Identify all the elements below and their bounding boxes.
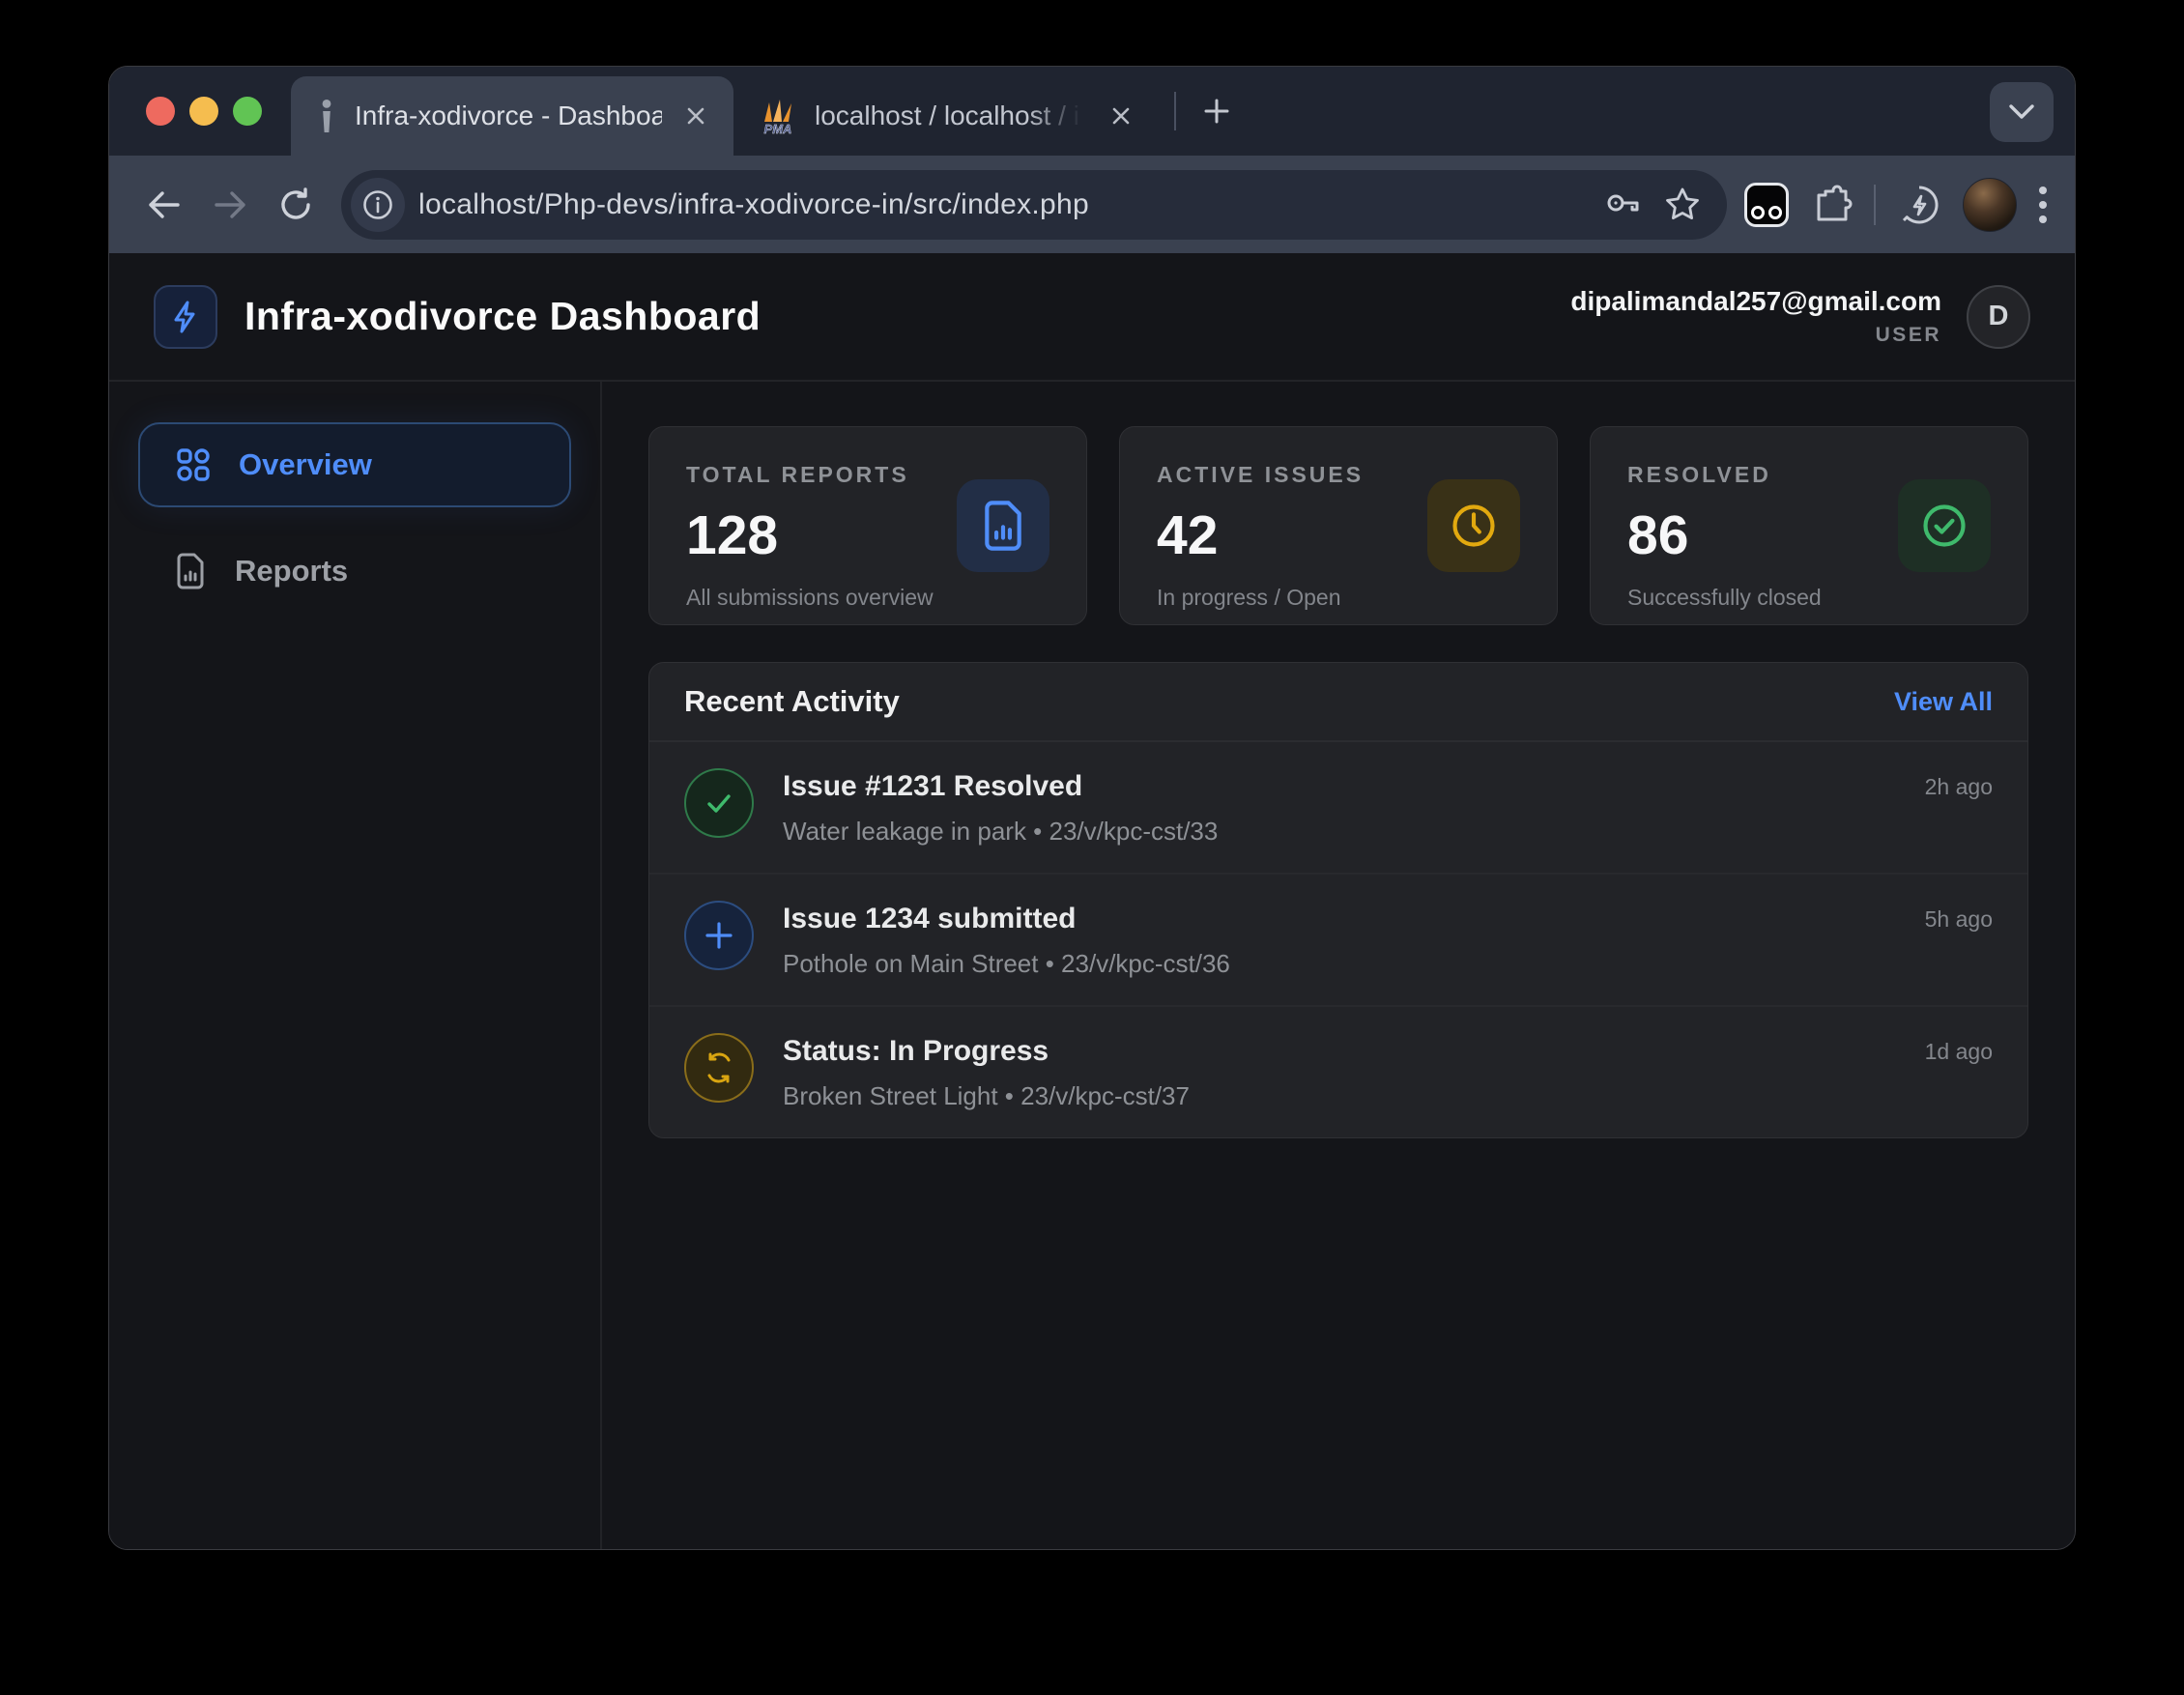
password-key-icon[interactable] (1599, 182, 1646, 228)
svg-text:PMA: PMA (764, 122, 792, 136)
activity-title: Issue #1231 Resolved (783, 770, 1218, 803)
sidebar-item-reports[interactable]: Reports (138, 529, 571, 614)
app-logo-lightning-icon (154, 285, 217, 349)
profile-avatar[interactable] (1963, 178, 2017, 232)
browser-window: Infra-xodivorce - Dashboard PMA localhos… (108, 66, 2076, 1550)
new-tab-button[interactable] (1192, 86, 1242, 136)
energy-saver-icon[interactable] (1897, 183, 1941, 227)
tab-dashboard[interactable]: Infra-xodivorce - Dashboard (291, 76, 733, 156)
bookmark-star-icon[interactable] (1659, 182, 1706, 228)
menu-kebab-icon[interactable] (2038, 185, 2048, 225)
stat-card-active-issues: ACTIVE ISSUES 42 In progress / Open (1119, 426, 1558, 625)
activity-title: Issue 1234 submitted (783, 903, 1230, 935)
plus-icon (684, 901, 754, 970)
stat-subtitle: All submissions overview (686, 585, 1049, 611)
activity-subtitle: Broken Street Light • 23/v/kpc-cst/37 (783, 1081, 1190, 1111)
sidebar: Overview Reports (109, 382, 602, 1550)
tab-strip: Infra-xodivorce - Dashboard PMA localhos… (109, 67, 2075, 156)
user-role-badge: USER (1570, 324, 1941, 347)
reload-icon[interactable] (268, 177, 324, 233)
activity-row[interactable]: Status: In Progress Broken Street Light … (649, 1007, 2027, 1137)
grid-icon (175, 446, 212, 483)
extensions-puzzle-icon[interactable] (1810, 184, 1853, 226)
main-content: TOTAL REPORTS 128 All submissions overvi… (602, 382, 2075, 1550)
user-email: dipalimandal257@gmail.com (1570, 286, 1941, 317)
check-circle-icon (1898, 479, 1991, 572)
forward-icon[interactable] (202, 177, 258, 233)
extension-goggles-icon[interactable] (1744, 183, 1789, 227)
activity-time: 1d ago (1925, 1033, 1993, 1111)
site-info-icon[interactable] (351, 178, 405, 232)
url-text[interactable]: localhost/Php-devs/infra-xodivorce-in/sr… (418, 188, 1586, 221)
sidebar-item-overview[interactable]: Overview (138, 422, 571, 507)
minimize-window-button[interactable] (189, 97, 218, 126)
zoom-window-button[interactable] (233, 97, 262, 126)
tab-separator (1174, 92, 1176, 130)
sidebar-item-label: Reports (235, 554, 348, 589)
address-bar[interactable]: localhost/Php-devs/infra-xodivorce-in/sr… (341, 170, 1727, 240)
tab-phpmyadmin[interactable]: PMA localhost / localhost / infra-xo (733, 76, 1159, 156)
webpage: Infra-xodivorce Dashboard dipalimandal25… (109, 253, 2075, 1550)
refresh-icon (684, 1033, 754, 1103)
tab-title: Infra-xodivorce - Dashboard (355, 101, 662, 131)
stat-card-total-reports: TOTAL REPORTS 128 All submissions overvi… (648, 426, 1087, 625)
sidebar-item-label: Overview (239, 447, 372, 482)
clock-icon (1427, 479, 1520, 572)
tab-title: localhost / localhost / infra-xo (815, 101, 1087, 131)
view-all-link[interactable]: View All (1894, 687, 1993, 717)
check-icon (684, 768, 754, 838)
back-icon[interactable] (136, 177, 192, 233)
page-title: Infra-xodivorce Dashboard (244, 294, 761, 339)
tab-search-button[interactable] (1990, 82, 2054, 142)
app-header: Infra-xodivorce Dashboard dipalimandal25… (109, 253, 2075, 382)
activity-title: Status: In Progress (783, 1035, 1190, 1068)
activity-subtitle: Pothole on Main Street • 23/v/kpc-cst/36 (783, 949, 1230, 979)
user-info: dipalimandal257@gmail.com USER (1570, 286, 1941, 347)
extension-area (1744, 178, 2048, 232)
recent-activity-panel: Recent Activity View All Issue #1231 Res… (648, 662, 2028, 1138)
window-controls (146, 97, 262, 126)
phpmyadmin-icon: PMA (757, 95, 799, 137)
activity-time: 5h ago (1925, 901, 1993, 979)
browser-toolbar: localhost/Php-devs/infra-xodivorce-in/sr… (109, 156, 2075, 253)
close-tab-icon[interactable] (1103, 98, 1139, 134)
file-chart-icon (957, 479, 1049, 572)
recent-activity-header: Recent Activity View All (649, 663, 2027, 742)
info-pin-icon (314, 100, 339, 132)
stat-subtitle: In progress / Open (1157, 585, 1520, 611)
user-avatar[interactable]: D (1967, 285, 2030, 349)
close-window-button[interactable] (146, 97, 175, 126)
activity-row[interactable]: Issue 1234 submitted Pothole on Main Str… (649, 875, 2027, 1007)
section-title: Recent Activity (684, 684, 900, 719)
page-body: Overview Reports TOTAL REPORTS 128 All s… (109, 382, 2075, 1550)
stat-card-resolved: RESOLVED 86 Successfully closed (1590, 426, 2028, 625)
activity-subtitle: Water leakage in park • 23/v/kpc-cst/33 (783, 817, 1218, 847)
activity-time: 2h ago (1925, 768, 1993, 847)
stat-subtitle: Successfully closed (1627, 585, 1991, 611)
close-tab-icon[interactable] (677, 98, 714, 134)
toolbar-separator (1874, 185, 1876, 225)
activity-row[interactable]: Issue #1231 Resolved Water leakage in pa… (649, 742, 2027, 875)
tabs: Infra-xodivorce - Dashboard PMA localhos… (291, 67, 1242, 156)
stat-cards: TOTAL REPORTS 128 All submissions overvi… (648, 426, 2028, 625)
file-chart-icon (173, 553, 208, 589)
